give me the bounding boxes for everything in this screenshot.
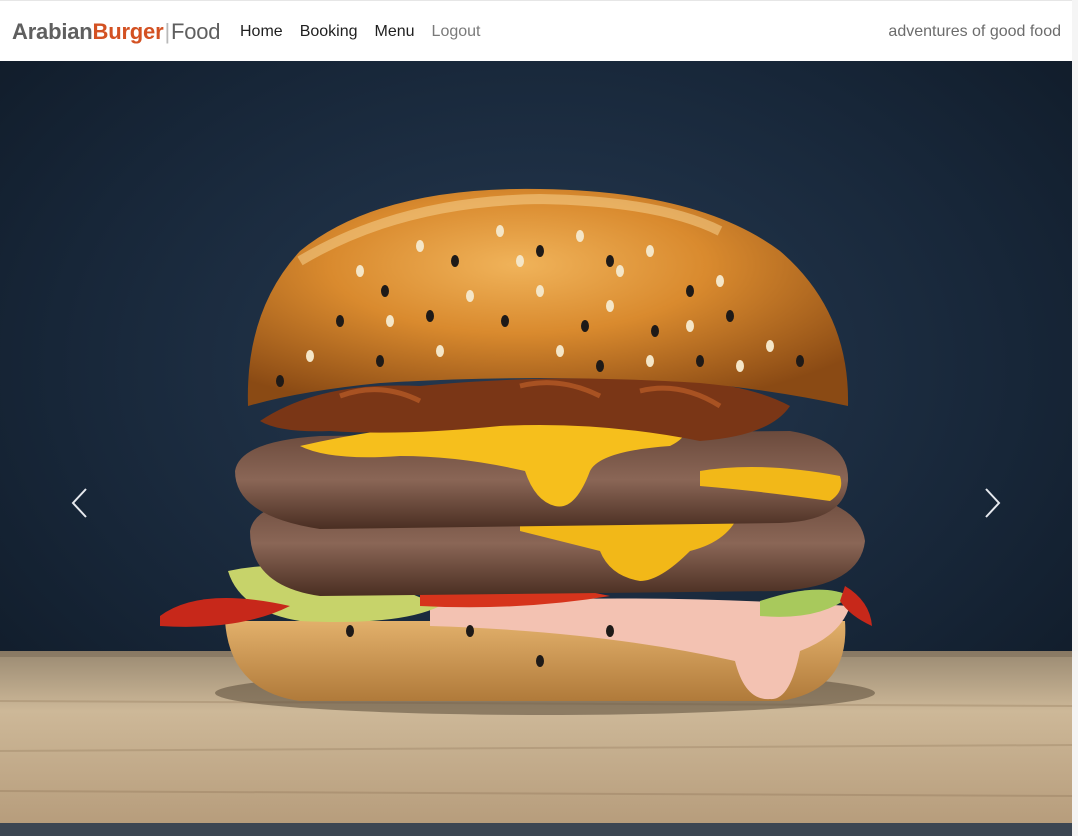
carousel-prev-button[interactable]: [68, 486, 92, 520]
brand-part-arabian: Arabian: [12, 19, 93, 44]
page-scrollbar[interactable]: [1072, 0, 1078, 836]
tagline: adventures of good food: [888, 23, 1061, 40]
carousel-next-button[interactable]: [980, 486, 1004, 520]
hero-carousel: [0, 61, 1072, 823]
nav-menu-link[interactable]: Menu: [375, 21, 415, 43]
chevron-right-icon: [985, 488, 1001, 518]
hero-burger-image: [0, 61, 1072, 823]
page-bottom-strip: [0, 823, 1072, 836]
nav-logout-link[interactable]: Logout: [432, 21, 481, 43]
brand-logo[interactable]: ArabianBurger|Food: [12, 18, 221, 46]
chevron-left-icon: [71, 488, 87, 518]
nav-home-link[interactable]: Home: [240, 21, 283, 43]
nav-booking-link[interactable]: Booking: [300, 21, 358, 43]
navbar: ArabianBurger|Food Home Booking Menu Log…: [0, 0, 1072, 61]
brand-part-burger: Burger: [92, 19, 164, 44]
nav-links: Home Booking Menu Logout: [240, 21, 497, 43]
brand-part-food: Food: [170, 19, 221, 44]
brand-separator: |: [164, 19, 170, 44]
